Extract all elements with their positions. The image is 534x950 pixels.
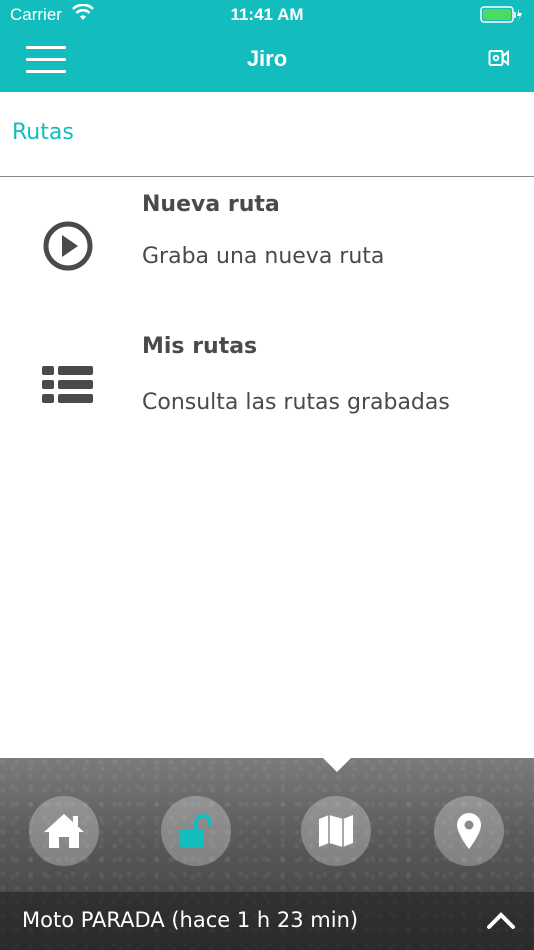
divider (0, 176, 534, 177)
my-routes-title: Mis rutas (142, 334, 258, 359)
map-icon (319, 815, 353, 847)
my-routes-item[interactable]: Mis rutas Consulta las rutas grabadas (0, 330, 534, 450)
unlock-icon (180, 814, 212, 847)
status-bar: Carrier 11:41 AM (0, 0, 534, 30)
content-panel: Rutas Nueva ruta Graba una nueva ruta Mi… (0, 92, 534, 758)
play-circle-icon (42, 220, 94, 276)
new-route-title: Nueva ruta (142, 192, 280, 217)
section-title: Rutas (12, 120, 74, 145)
new-route-item[interactable]: Nueva ruta Graba una nueva ruta (0, 188, 534, 308)
video-camera-icon[interactable] (488, 48, 510, 72)
my-routes-description: Consulta las rutas grabadas (142, 390, 450, 415)
tab-map[interactable] (301, 796, 371, 866)
top-bar: Carrier 11:41 AM Jiro (0, 0, 534, 92)
app-title: Jiro (246, 46, 288, 71)
chevron-up-icon[interactable] (486, 910, 516, 934)
home-icon (44, 814, 84, 848)
tab-unlock[interactable] (161, 796, 231, 866)
vehicle-status-text: Moto PARADA (hace 1 h 23 min) (22, 908, 359, 932)
location-pin-icon (457, 813, 481, 849)
selected-tab-pointer (323, 758, 351, 772)
clock: 11:41 AM (230, 5, 304, 24)
list-icon (42, 364, 94, 410)
battery-icon (480, 6, 522, 28)
tab-home[interactable] (29, 796, 99, 866)
tab-location[interactable] (434, 796, 504, 866)
vehicle-status-bar: Moto PARADA (hace 1 h 23 min) (0, 892, 534, 950)
new-route-description: Graba una nueva ruta (142, 244, 385, 269)
